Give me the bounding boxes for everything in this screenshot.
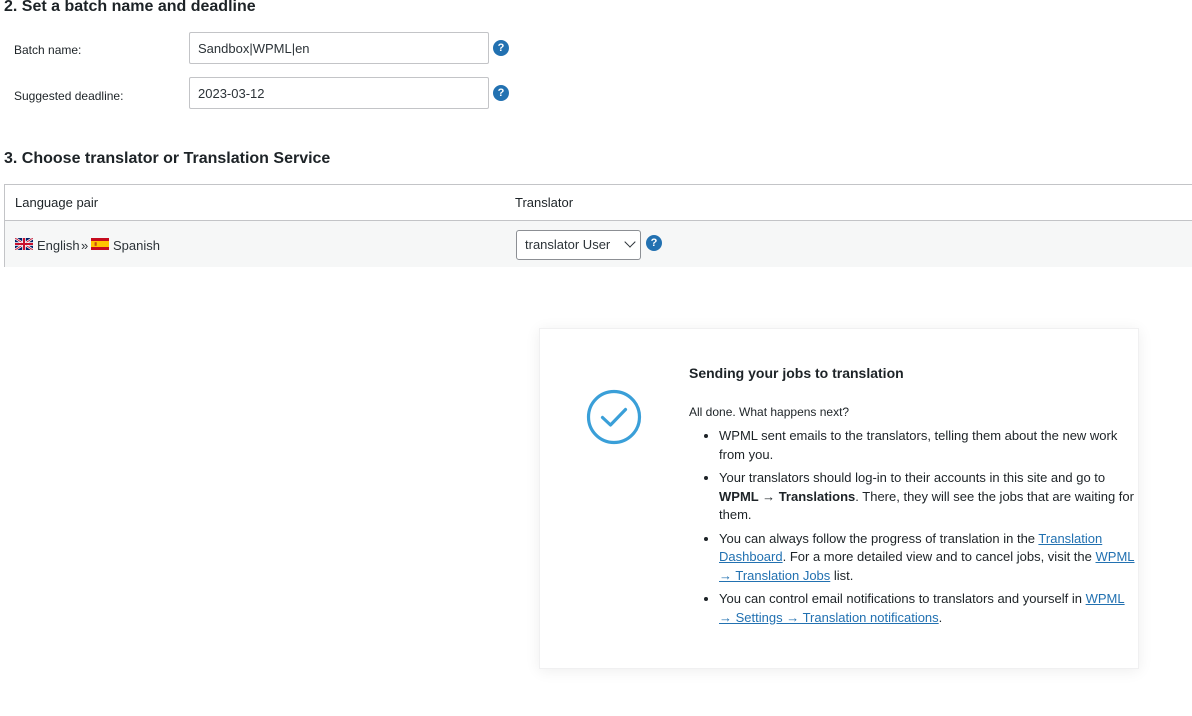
spain-flag-icon xyxy=(91,238,109,250)
list-item-text: WPML sent emails to the translators, tel… xyxy=(719,428,1118,462)
list-item: You can always follow the progress of tr… xyxy=(719,530,1139,586)
batch-name-label: Batch name: xyxy=(14,43,82,57)
check-circle-icon xyxy=(586,389,642,445)
target-language: Spanish xyxy=(113,238,160,253)
list-item-text: list. xyxy=(830,567,854,583)
table-header: Language pair Translator xyxy=(5,185,1192,221)
list-item: Your translators should log-in to their … xyxy=(719,469,1139,525)
list-item-text: . xyxy=(938,609,943,625)
translator-select[interactable]: translator User xyxy=(516,230,641,260)
chevron-down-icon xyxy=(624,236,636,248)
language-separator: » xyxy=(81,238,89,253)
source-language: English xyxy=(37,238,80,253)
list-item-text: Your translators should log-in to their … xyxy=(719,470,1106,485)
column-header-translator: Translator xyxy=(515,195,574,210)
section-3-title: 3. Choose translator or Translation Serv… xyxy=(4,150,331,167)
batch-name-input[interactable] xyxy=(189,32,489,64)
uk-flag-icon xyxy=(15,238,33,250)
section-2-title: 2. Set a batch name and deadline xyxy=(4,0,256,15)
translation-sent-card: Sending your jobs to translation All don… xyxy=(539,328,1139,669)
card-title: Sending your jobs to translation xyxy=(689,365,904,381)
list-item: You can control email notifications to t… xyxy=(719,590,1139,627)
wpml-translations-path: WPML → Translations xyxy=(719,488,856,504)
list-item-text: . For a more detailed view and to cancel… xyxy=(782,549,1096,564)
list-item-text: You can always follow the progress of tr… xyxy=(719,530,1039,546)
list-item-text: You can control email notifications to t… xyxy=(719,591,1086,606)
help-icon[interactable]: ? xyxy=(493,40,509,56)
help-icon[interactable]: ? xyxy=(493,85,509,101)
next-steps-list: WPML sent emails to the translators, tel… xyxy=(689,427,1139,632)
column-header-language-pair: Language pair xyxy=(15,195,99,210)
help-icon[interactable]: ? xyxy=(646,235,662,251)
deadline-input[interactable] xyxy=(189,77,489,109)
deadline-label: Suggested deadline: xyxy=(14,89,124,103)
list-item: WPML sent emails to the translators, tel… xyxy=(719,427,1139,464)
card-intro: All done. What happens next? xyxy=(689,405,850,419)
translator-table: Language pair Translator English » Spani… xyxy=(4,184,1192,267)
translator-select-value: translator User xyxy=(525,237,611,252)
table-row: English » Spanish translator User ? xyxy=(5,221,1192,267)
